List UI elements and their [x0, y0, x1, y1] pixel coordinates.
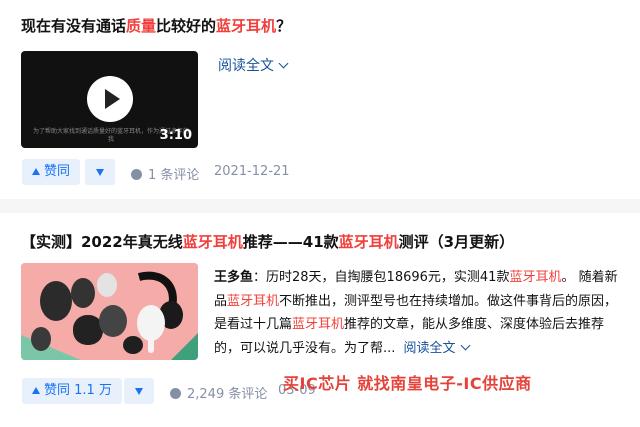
- video-duration: 3:10: [159, 128, 192, 143]
- read-more-link[interactable]: 阅读全文: [218, 55, 289, 75]
- downvote-button[interactable]: [124, 378, 154, 404]
- question-title-link[interactable]: 现在有没有通话质量比较好的蓝牙耳机？: [21, 16, 291, 36]
- comments-button[interactable]: 2,249 条评论: [170, 383, 267, 402]
- excerpt-text: ：历时28天，自掏腰包18696元，实测41款: [253, 270, 510, 285]
- title-highlight: 蓝牙耳机: [216, 17, 277, 35]
- watermark-text: 买IC芯片 就找南皇电子-IC供应商: [283, 374, 532, 393]
- comments-count: 2,249 条评论: [187, 387, 268, 402]
- upvote-button[interactable]: 赞同 1.1 万: [22, 378, 122, 404]
- article-thumbnail[interactable]: [21, 263, 198, 360]
- title-part: 【实测】2022年真无线: [21, 233, 183, 251]
- title-part: 测评（3月更新）: [398, 233, 515, 251]
- comments-count: 1 条评论: [148, 168, 200, 183]
- answer-card-1: 现在有没有通话质量比较好的蓝牙耳机？ 为了帮助大家找到通话质量好的蓝牙耳机，作为…: [0, 0, 640, 199]
- excerpt-highlight: 蓝牙耳机: [292, 317, 345, 332]
- video-thumbnail[interactable]: 为了帮助大家找到通话质量好的蓝牙耳机，作为通过多年的我 3:10: [21, 51, 198, 148]
- title-part: 现在有没有通话: [21, 17, 127, 35]
- title-highlight: 蓝牙耳机: [338, 233, 399, 251]
- answer-date: 2021-12-21: [214, 164, 290, 179]
- title-highlight: 蓝牙耳机: [182, 233, 243, 251]
- upvote-triangle-icon: [32, 168, 40, 175]
- title-part: 推荐——41款: [242, 233, 339, 251]
- upvote-triangle-icon: [32, 387, 40, 394]
- read-more-link[interactable]: 阅读全文: [403, 340, 471, 356]
- play-icon[interactable]: [87, 76, 133, 122]
- article-title-link[interactable]: 【实测】2022年真无线蓝牙耳机推荐——41款蓝牙耳机测评（3月更新）: [21, 232, 514, 252]
- earbuds-image: [21, 263, 198, 360]
- answer-excerpt[interactable]: 王多鱼：历时28天，自掏腰包18696元，实测41款蓝牙耳机。 随着新品蓝牙耳机…: [214, 266, 624, 360]
- comments-button[interactable]: 1 条评论: [131, 164, 199, 183]
- read-more-label: 阅读全文: [218, 58, 274, 74]
- downvote-button[interactable]: [85, 159, 115, 185]
- chevron-down-icon: [460, 340, 471, 350]
- read-more-label: 阅读全文: [403, 340, 456, 356]
- chevron-down-icon: [278, 58, 289, 69]
- excerpt-highlight: 蓝牙耳机: [227, 293, 280, 309]
- title-part: ？: [276, 17, 292, 35]
- title-highlight: 质量: [126, 17, 157, 35]
- upvote-label: 赞同 1.1 万: [44, 383, 112, 398]
- excerpt-highlight: 蓝牙耳机: [509, 270, 562, 285]
- upvote-button[interactable]: 赞同: [22, 159, 81, 185]
- comment-bubble-icon: [131, 169, 142, 180]
- comment-bubble-icon: [170, 388, 181, 399]
- title-part: 比较好的: [156, 17, 217, 35]
- upvote-label: 赞同: [44, 164, 71, 179]
- author-name[interactable]: 王多鱼: [214, 270, 253, 285]
